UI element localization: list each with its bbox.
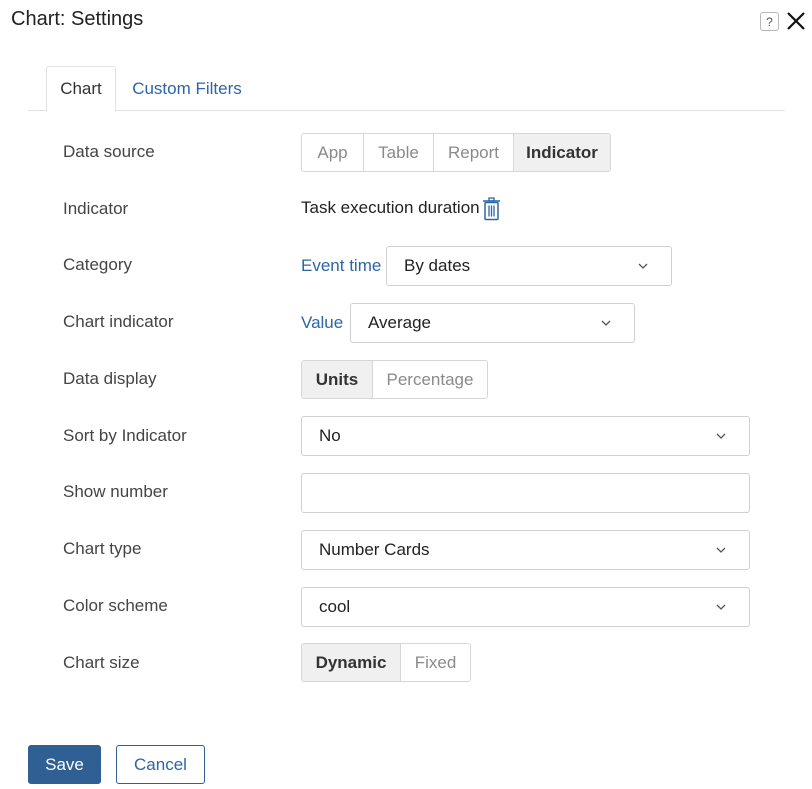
close-icon [787, 12, 805, 30]
chart-size-selector: Dynamic Fixed [301, 643, 471, 682]
category-select[interactable]: By dates [386, 246, 672, 286]
chevron-down-icon [716, 547, 726, 553]
chart-type-value: Number Cards [319, 540, 430, 559]
category-field-link[interactable]: Event time [301, 256, 381, 276]
chevron-down-icon [601, 320, 611, 326]
chart-size-option-dynamic[interactable]: Dynamic [302, 644, 401, 681]
chart-type-select[interactable]: Number Cards [301, 530, 750, 570]
cancel-button[interactable]: Cancel [116, 745, 205, 784]
chart-indicator-select-value: Average [368, 313, 432, 332]
data-source-option-app[interactable]: App [302, 134, 364, 171]
color-scheme-label: Color scheme [63, 596, 168, 615]
indicator-label: Indicator [63, 199, 129, 218]
dialog-title: Chart: Settings [11, 8, 144, 30]
data-source-option-indicator[interactable]: Indicator [514, 134, 610, 171]
data-display-selector: Units Percentage [301, 360, 488, 399]
trash-icon [483, 197, 500, 221]
chevron-down-icon [716, 604, 726, 610]
data-display-option-units[interactable]: Units [302, 361, 373, 398]
help-button[interactable]: ? [760, 12, 779, 31]
tab-chart[interactable]: Chart [46, 66, 116, 112]
chart-indicator-field-link[interactable]: Value [301, 313, 343, 333]
chart-indicator-select[interactable]: Average [350, 303, 635, 343]
category-label: Category [63, 255, 132, 274]
data-source-option-report[interactable]: Report [434, 134, 514, 171]
category-select-value: By dates [404, 256, 471, 275]
help-icon: ? [766, 14, 773, 29]
indicator-value: Task execution duration [301, 198, 480, 217]
tab-custom-filters[interactable]: Custom Filters [128, 66, 246, 111]
delete-indicator-button[interactable] [481, 197, 502, 221]
sort-by-indicator-select[interactable]: No [301, 416, 750, 456]
show-number-input[interactable] [301, 473, 750, 513]
data-source-label: Data source [63, 142, 155, 161]
chevron-down-icon [716, 433, 726, 439]
chevron-down-icon [638, 263, 648, 269]
data-display-option-percentage[interactable]: Percentage [373, 361, 487, 398]
tab-bar: Chart Custom Filters [28, 66, 785, 112]
data-source-selector: App Table Report Indicator [301, 133, 611, 172]
show-number-label: Show number [63, 482, 168, 501]
color-scheme-value: cool [319, 597, 351, 616]
chart-size-label: Chart size [63, 653, 140, 672]
data-display-label: Data display [63, 369, 157, 388]
color-scheme-select[interactable]: cool [301, 587, 750, 627]
chart-size-option-fixed[interactable]: Fixed [401, 644, 470, 681]
sort-by-indicator-value: No [319, 426, 341, 445]
data-source-option-table[interactable]: Table [364, 134, 434, 171]
chart-indicator-label: Chart indicator [63, 312, 174, 331]
close-button[interactable] [785, 10, 807, 32]
chart-type-label: Chart type [63, 539, 142, 558]
sort-by-indicator-label: Sort by Indicator [63, 426, 187, 445]
save-button[interactable]: Save [28, 745, 101, 784]
